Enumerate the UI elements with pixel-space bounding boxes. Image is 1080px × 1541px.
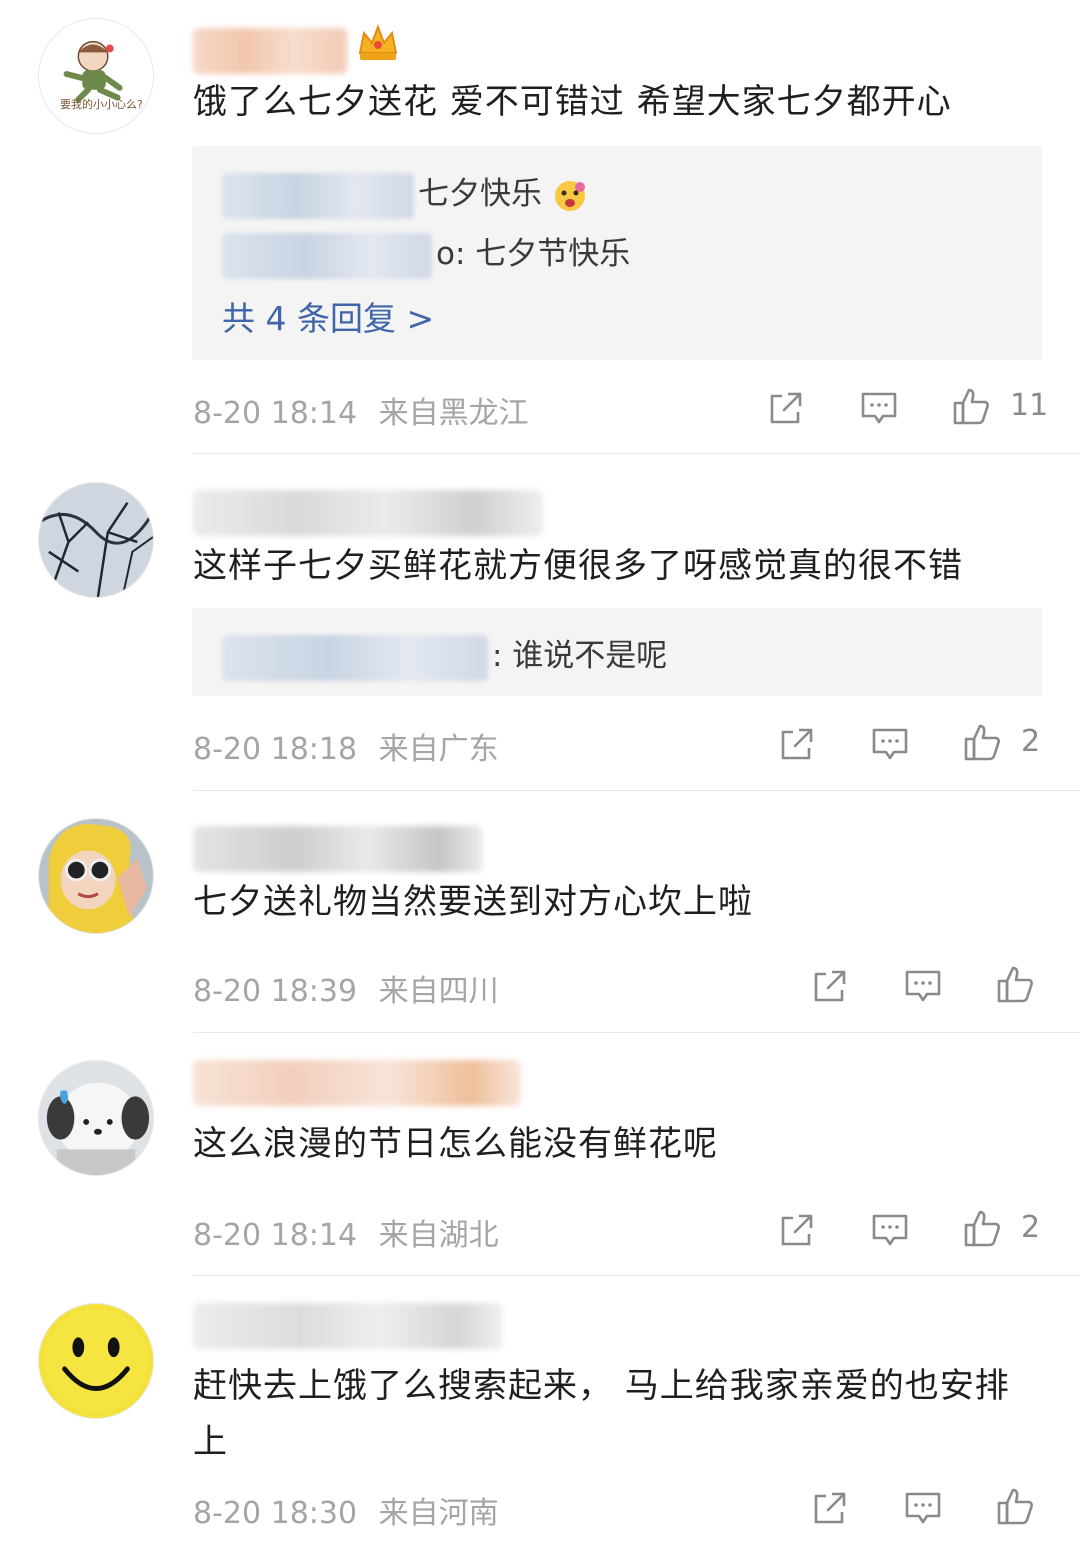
comment-time: 8-20 18:30 bbox=[193, 1496, 358, 1531]
emoji-icon bbox=[552, 178, 588, 214]
share-icon[interactable] bbox=[766, 388, 806, 428]
comment-location: 来自四川 bbox=[378, 974, 499, 1009]
comment-icon[interactable] bbox=[870, 724, 910, 764]
reply-text: : 谁说不是呢 bbox=[492, 638, 668, 674]
comment-time: 8-20 18:14 bbox=[193, 396, 358, 431]
thumbs-up-icon[interactable] bbox=[995, 1486, 1035, 1526]
crown-badge-icon bbox=[356, 23, 400, 63]
comment-time: 8-20 18:39 bbox=[193, 974, 358, 1009]
comment-location: 来自湖北 bbox=[378, 1218, 499, 1253]
comment-text: 这样子七夕买鲜花就方便很多了呀感觉真的很不错 bbox=[193, 546, 963, 586]
comment-text: 赶快去上饿了么搜索起来， 马上给我家亲爱的也安排 上 bbox=[193, 1358, 1053, 1470]
comment-meta: 8-20 18:18 来自广东 bbox=[193, 724, 499, 768]
avatar[interactable] bbox=[38, 1303, 154, 1419]
reply-item[interactable]: : 谁说不是呢 bbox=[222, 630, 667, 681]
avatar-caption: 要我的小小心么? bbox=[60, 98, 143, 111]
comment-icon[interactable] bbox=[903, 966, 943, 1006]
comment-meta: 8-20 18:39 来自四川 bbox=[193, 966, 499, 1010]
reply-text: 七夕快乐 bbox=[418, 176, 542, 212]
share-icon[interactable] bbox=[810, 1488, 850, 1528]
comment-time: 8-20 18:18 bbox=[193, 732, 358, 767]
avatar[interactable] bbox=[38, 818, 154, 934]
comment-meta: 8-20 18:14 来自黑龙江 bbox=[193, 388, 529, 432]
comment-location: 来自广东 bbox=[378, 732, 499, 767]
reply-username-blurred bbox=[222, 232, 432, 279]
like-count: 11 bbox=[1010, 388, 1049, 423]
comment-meta: 8-20 18:30 来自河南 bbox=[193, 1488, 499, 1532]
comment-icon[interactable] bbox=[903, 1488, 943, 1528]
avatar[interactable] bbox=[38, 18, 154, 134]
reply-text: o: 七夕节快乐 bbox=[436, 236, 631, 272]
reply-username-blurred bbox=[222, 634, 488, 681]
comment-meta: 8-20 18:14 来自湖北 bbox=[193, 1210, 499, 1254]
share-icon[interactable] bbox=[777, 1210, 817, 1250]
username-blurred[interactable] bbox=[193, 1303, 503, 1349]
avatar[interactable] bbox=[38, 1060, 154, 1176]
thumbs-up-icon[interactable] bbox=[995, 964, 1035, 1004]
comment-text: 七夕送礼物当然要送到对方心坎上啦 bbox=[193, 882, 753, 922]
like-count: 2 bbox=[1021, 1210, 1041, 1245]
divider bbox=[193, 1275, 1080, 1276]
reply-item[interactable]: 七夕快乐 bbox=[222, 168, 588, 219]
comment-text-line: 赶快去上饿了么搜索起来， 马上给我家亲爱的也安排 bbox=[193, 1366, 1010, 1406]
divider bbox=[193, 1032, 1080, 1033]
share-icon[interactable] bbox=[777, 724, 817, 764]
thumbs-up-icon[interactable] bbox=[951, 386, 991, 426]
comment-icon[interactable] bbox=[859, 388, 899, 428]
share-icon[interactable] bbox=[810, 966, 850, 1006]
thumbs-up-icon[interactable] bbox=[962, 722, 1002, 762]
username-blurred[interactable] bbox=[193, 28, 347, 74]
view-all-replies-link[interactable]: 共 4 条回复 > bbox=[222, 292, 434, 340]
like-count: 2 bbox=[1021, 724, 1041, 759]
reply-username-blurred bbox=[222, 172, 414, 219]
avatar[interactable] bbox=[38, 482, 154, 598]
thumbs-up-icon[interactable] bbox=[962, 1208, 1002, 1248]
comment-text-line: 上 bbox=[193, 1422, 228, 1462]
username-blurred[interactable] bbox=[193, 826, 483, 872]
comment-text: 这么浪漫的节日怎么能没有鲜花呢 bbox=[193, 1124, 718, 1164]
comment-time: 8-20 18:14 bbox=[193, 1218, 358, 1253]
divider bbox=[193, 453, 1080, 454]
reply-box[interactable]: : 谁说不是呢 bbox=[192, 608, 1042, 696]
comment-text: 饿了么七夕送花 爱不可错过 希望大家七夕都开心 bbox=[193, 82, 952, 122]
username-blurred[interactable] bbox=[193, 490, 543, 536]
reply-box[interactable]: 七夕快乐 o: 七夕节快乐 共 4 条回复 > bbox=[192, 146, 1042, 360]
comment-location: 来自黑龙江 bbox=[378, 396, 529, 431]
username-blurred[interactable] bbox=[193, 1060, 521, 1106]
comment-location: 来自河南 bbox=[378, 1496, 499, 1531]
divider bbox=[193, 790, 1080, 791]
comment-icon[interactable] bbox=[870, 1210, 910, 1250]
reply-item[interactable]: o: 七夕节快乐 bbox=[222, 228, 630, 279]
